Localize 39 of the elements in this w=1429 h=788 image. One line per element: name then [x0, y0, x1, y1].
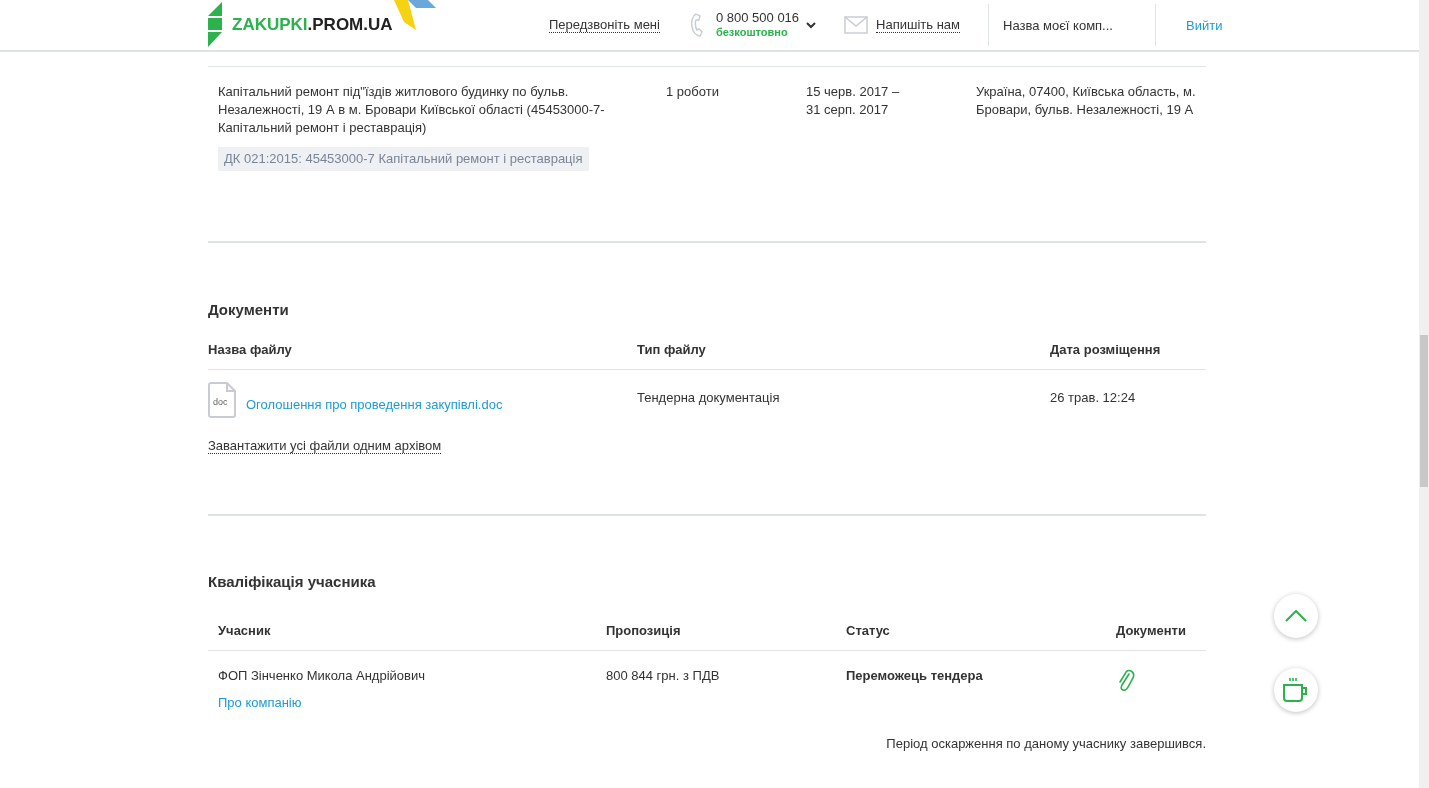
column-header: Учасник	[218, 623, 272, 638]
phone-number: 0 800 500 016	[715, 11, 800, 25]
column-header: Пропозиція	[606, 623, 682, 638]
document-file-icon	[208, 382, 236, 418]
coffee-cup-button[interactable]	[1274, 668, 1318, 712]
upload-date: 26 трав. 12:24	[1050, 390, 1137, 405]
file-type: Тендерна документація	[637, 390, 781, 405]
column-header: Статус	[846, 623, 891, 638]
phone-icon	[689, 12, 706, 38]
delivery-address: Україна, 07400, Київська область, м. Бровари, бульв. Незалежності, 19 А	[976, 83, 1197, 119]
section-title: Документи	[208, 301, 290, 318]
envelope-icon	[844, 16, 869, 34]
column-header: Дата розміщення	[1050, 342, 1162, 357]
classifier-tag: ДК 021:2015: 45453000-7 Капітальний ремонт і реставрація	[218, 147, 589, 171]
scrollbar[interactable]	[1419, 0, 1429, 788]
item-description: Капітальний ремонт під"їздів житлового будинку по бульв. Незалежності, 19 А в м. Бровари Київської області (45453000-7- Капітальний ремонт і реставрація)	[218, 83, 606, 137]
download-all-link[interactable]: Завантажити усі файли одним архівом	[208, 438, 442, 454]
paperclip-icon[interactable]	[1116, 668, 1136, 692]
coffee-cup-icon	[1282, 677, 1310, 703]
column-header: Тип файлу	[637, 342, 707, 357]
chevron-down-icon[interactable]	[806, 21, 817, 29]
file-type-label: doc	[213, 397, 228, 407]
column-header: Назва файлу	[208, 342, 293, 357]
delivery-period: 15 черв. 2017 – 31 серп. 2017	[806, 83, 901, 119]
logo-text[interactable]: .PROM.UA	[307, 15, 393, 35]
write-us-link[interactable]: Напишіть нам	[876, 17, 960, 33]
company-name[interactable]: Назва моєї комп...	[1003, 17, 1127, 33]
column-header: Документи	[1116, 623, 1187, 638]
scroll-to-top-button[interactable]	[1274, 594, 1318, 638]
participant-name: ФОП Зінченко Микола Андрійович	[218, 668, 426, 683]
appeal-period-note: Період оскарження по даному учаснику завершився.	[885, 736, 1206, 751]
status-label: Переможець тендера	[846, 668, 984, 685]
section-title: Кваліфікація учасника	[208, 573, 377, 590]
item-quantity: 1 роботи	[666, 83, 720, 101]
free-call-label: безкоштовно	[715, 25, 789, 39]
offer-amount: 800 844 грн. з ПДВ	[606, 668, 721, 685]
flag-ribbon-icon	[394, 0, 436, 30]
callback-link[interactable]: Передзвоніть мені	[549, 17, 660, 33]
chevron-up-icon	[1285, 610, 1307, 622]
